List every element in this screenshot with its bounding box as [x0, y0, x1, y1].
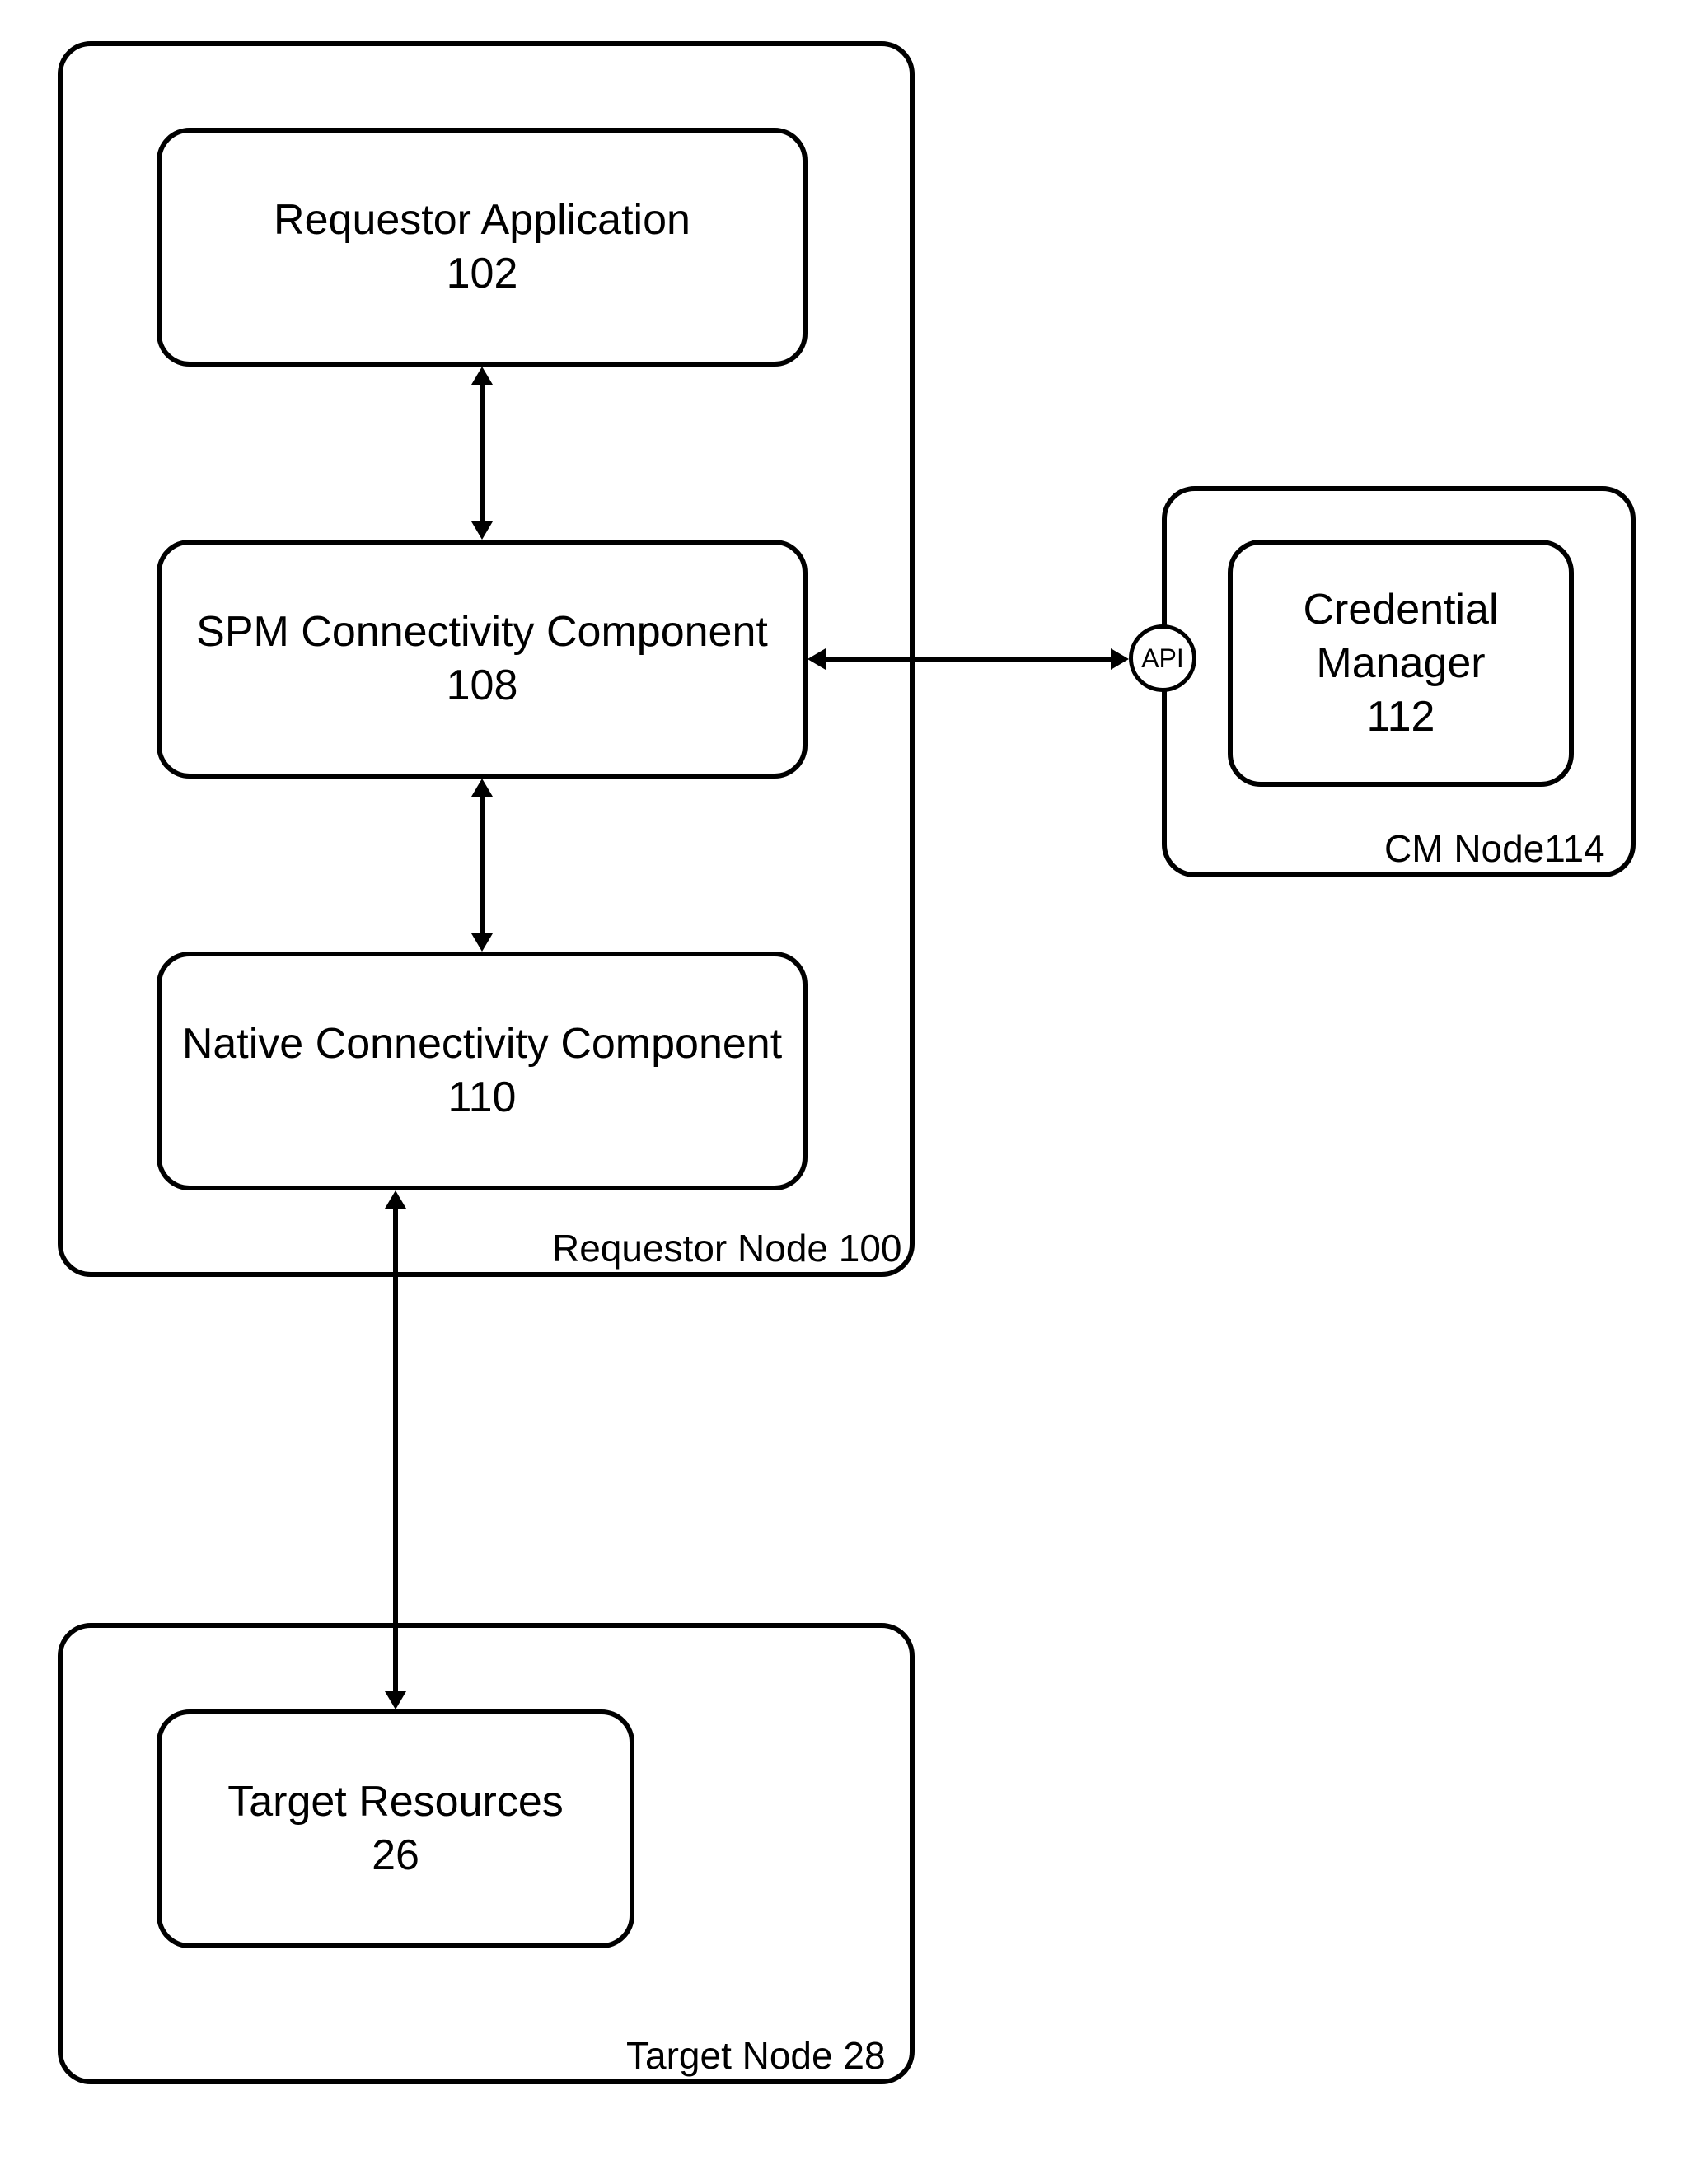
- native-connectivity-number: 110: [448, 1071, 517, 1125]
- requestor-application-number: 102: [447, 247, 518, 301]
- arrow-spm-api: [808, 638, 1129, 680]
- cm-node-label: CM Node114: [1384, 826, 1605, 871]
- credential-manager-box: Credential Manager 112: [1228, 540, 1574, 787]
- native-connectivity-title: Native Connectivity Component: [182, 1017, 782, 1071]
- native-connectivity-box: Native Connectivity Component 110: [157, 952, 808, 1190]
- target-resources-title: Target Resources: [227, 1775, 564, 1829]
- arrow-spm-native: [461, 779, 503, 952]
- spm-connectivity-title: SPM Connectivity Component: [196, 606, 768, 659]
- credential-manager-title-1: Credential: [1303, 583, 1498, 637]
- spm-connectivity-number: 108: [447, 659, 518, 713]
- requestor-application-box: Requestor Application 102: [157, 128, 808, 367]
- requestor-node-label: Requestor Node 100: [552, 1226, 902, 1270]
- arrow-requestor-spm: [461, 367, 503, 540]
- spm-connectivity-box: SPM Connectivity Component 108: [157, 540, 808, 779]
- target-resources-box: Target Resources 26: [157, 1709, 634, 1948]
- api-circle: API: [1129, 624, 1196, 692]
- target-node-label: Target Node 28: [626, 2033, 886, 2078]
- credential-manager-number: 112: [1367, 690, 1435, 744]
- target-resources-number: 26: [372, 1829, 419, 1882]
- requestor-application-title: Requestor Application: [274, 194, 690, 247]
- arrow-native-target: [375, 1190, 416, 1709]
- api-label: API: [1141, 643, 1184, 674]
- credential-manager-title-2: Manager: [1316, 637, 1485, 690]
- diagram-canvas: Requestor Node 100 Requestor Application…: [0, 0, 1704, 2184]
